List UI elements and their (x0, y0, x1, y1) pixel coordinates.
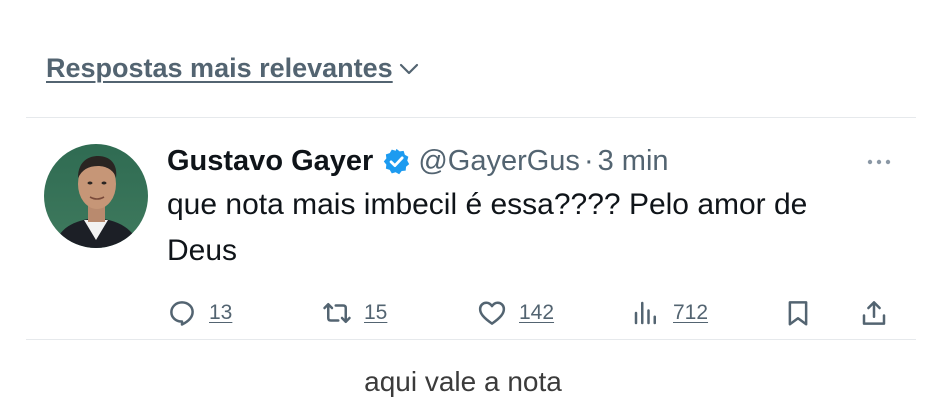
avatar[interactable] (44, 144, 148, 248)
reply-icon (170, 301, 194, 326)
tweet-header: Gustavo Gayer @GayerGus · 3 min (167, 140, 891, 182)
tweet-text: que nota mais imbecil é essa???? Pelo am… (167, 188, 808, 267)
avatar-photo (44, 144, 148, 248)
retweet-button[interactable]: 15 (322, 298, 387, 328)
more-options-icon[interactable] (861, 144, 897, 180)
tweet-time[interactable]: 3 min (598, 145, 669, 178)
author-display-name[interactable]: Gustavo Gayer (167, 145, 373, 178)
views-button[interactable]: 712 (631, 298, 708, 328)
retweet-count[interactable]: 15 (364, 301, 387, 325)
author-handle[interactable]: @GayerGus (418, 145, 580, 178)
reply-count[interactable]: 13 (209, 301, 232, 325)
bottom-divider (26, 339, 916, 340)
like-button[interactable]: 142 (477, 298, 554, 328)
verified-badge-icon (384, 148, 410, 174)
views-chart-icon (634, 301, 656, 325)
caption-text: aqui vale a nota (364, 366, 562, 397)
bookmark-button[interactable] (783, 298, 813, 328)
share-button[interactable] (859, 298, 889, 328)
views-count[interactable]: 712 (673, 301, 708, 325)
like-count[interactable]: 142 (519, 301, 554, 325)
reply-sort-dropdown[interactable]: Respostas mais relevantes (46, 50, 421, 86)
chevron-down-icon (399, 63, 418, 75)
bookmark-icon (788, 301, 808, 326)
top-divider (26, 117, 916, 118)
separator-dot: · (583, 144, 594, 177)
tweet[interactable]: Gustavo Gayer @GayerGus · 3 min que nota… (167, 140, 891, 274)
reply-sort-label[interactable]: Respostas mais relevantes (46, 53, 393, 84)
retweet-icon (323, 303, 351, 323)
heart-icon (478, 301, 506, 325)
share-icon (862, 301, 886, 325)
reply-button[interactable]: 13 (167, 298, 232, 328)
tweet-actions: 13 15 142 712 (0, 298, 926, 328)
